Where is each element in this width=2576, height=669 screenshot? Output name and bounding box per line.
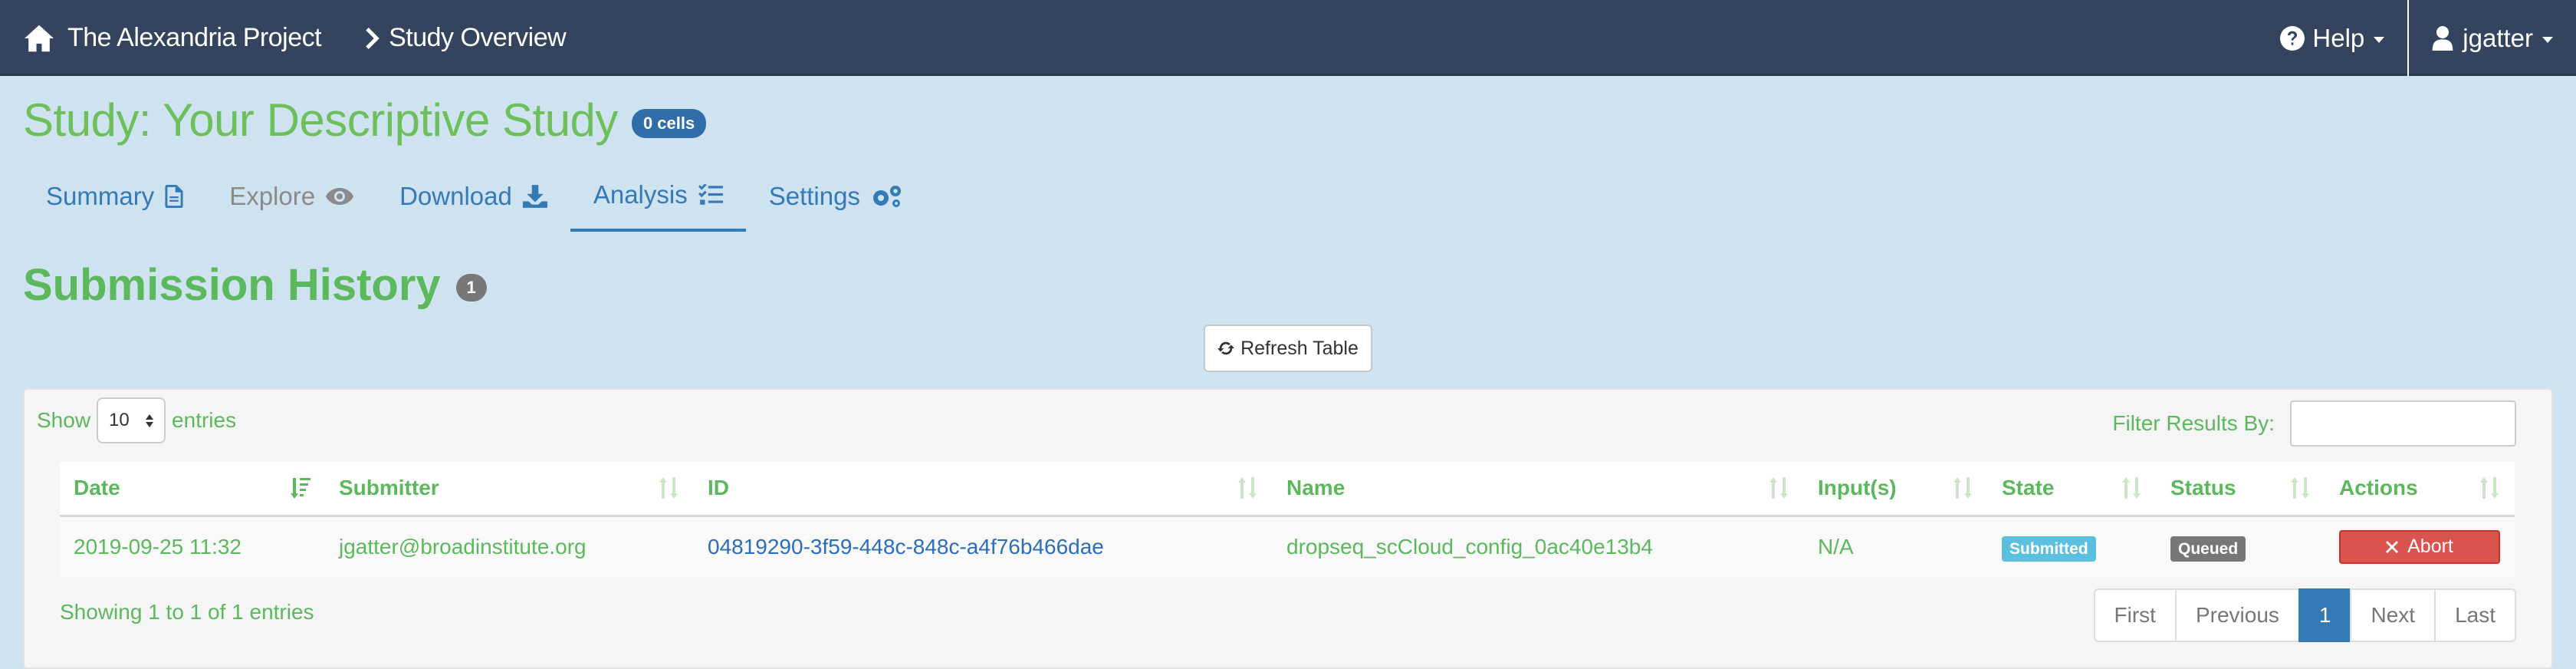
header-label: Actions — [2339, 476, 2418, 500]
sort-descending-icon — [291, 478, 310, 499]
tab-label: Settings — [768, 182, 860, 210]
entries-label: entries — [172, 408, 237, 432]
page-first-button[interactable]: First — [2093, 588, 2177, 642]
cell-date: 2019-09-25 11:32 — [74, 534, 242, 559]
column-header-status[interactable]: Status — [2157, 462, 2325, 517]
top-navbar: The Alexandria Project Study Overview He… — [0, 0, 2576, 76]
caret-down-icon — [2374, 36, 2385, 43]
page-previous-button[interactable]: Previous — [2174, 588, 2300, 642]
eye-icon — [326, 188, 354, 205]
column-header-inputs[interactable]: Input(s) — [1804, 462, 1988, 517]
table-info: Showing 1 to 1 of 1 entries — [60, 600, 314, 624]
header-label: Name — [1286, 476, 1346, 500]
sort-icon — [1953, 477, 1972, 499]
sort-icon — [1238, 477, 1257, 499]
page-length-value: 10 — [109, 410, 130, 430]
file-icon — [165, 185, 183, 208]
header-label: State — [2002, 476, 2055, 500]
page-title: Study: Your Descriptive Study — [23, 94, 618, 146]
sort-icon — [659, 477, 678, 499]
column-header-submitter[interactable]: Submitter — [325, 462, 694, 517]
tab-analysis[interactable]: Analysis — [570, 161, 746, 232]
submission-history-heading: Submission History 1 — [23, 255, 487, 315]
cell-inputs: N/A — [1818, 534, 1854, 559]
header-label: ID — [708, 476, 729, 500]
table-row: 2019-09-25 11:32 jgatter@broadinstitute.… — [60, 516, 2515, 577]
tasks-icon — [698, 184, 723, 205]
breadcrumb[interactable]: Study Overview — [366, 23, 567, 53]
pagination: First Previous 1 Next Last — [2093, 588, 2516, 642]
tab-settings[interactable]: Settings — [746, 161, 926, 232]
abort-label: Abort — [2407, 536, 2453, 558]
tab-explore[interactable]: Explore — [206, 161, 376, 232]
header-label: Input(s) — [1818, 476, 1897, 500]
header-label: Submitter — [339, 476, 439, 500]
page-length-control: Show 10 entries — [37, 397, 236, 443]
chevron-right-icon — [366, 27, 380, 49]
column-header-name[interactable]: Name — [1273, 462, 1804, 517]
refresh-icon — [1217, 341, 1235, 355]
user-label: jgatter — [2463, 23, 2533, 52]
cell-submitter: jgatter@broadinstitute.org — [339, 534, 586, 559]
column-header-state[interactable]: State — [1988, 462, 2157, 517]
sort-icon — [2122, 477, 2141, 499]
sort-icon — [1769, 477, 1788, 499]
cells-badge: 0 cells — [631, 109, 707, 138]
cell-status: Queued — [2157, 516, 2325, 577]
gears-icon — [872, 186, 901, 207]
study-tabs: Summary Explore Download Analysis Settin… — [23, 161, 926, 232]
study-header: Study: Your Descriptive Study 0 cells — [23, 89, 707, 150]
filter-control: Filter Results By: — [2112, 400, 2516, 447]
count-badge: 1 — [455, 274, 487, 302]
status-label: Queued — [2170, 536, 2246, 562]
close-icon — [2386, 540, 2399, 553]
tab-label: Summary — [46, 182, 155, 210]
sort-icon — [2480, 477, 2499, 499]
submissions-table: Date Submitter ID Name Input(s) State St… — [60, 462, 2515, 577]
header-label: Status — [2170, 476, 2236, 500]
tab-summary[interactable]: Summary — [23, 161, 206, 232]
tab-download[interactable]: Download — [376, 161, 570, 232]
user-menu[interactable]: jgatter — [2407, 0, 2576, 76]
filter-label: Filter Results By: — [2112, 411, 2275, 435]
cell-state: Submitted — [1988, 516, 2157, 577]
help-label: Help — [2312, 23, 2365, 52]
column-header-date[interactable]: Date — [60, 462, 325, 517]
column-header-actions[interactable]: Actions — [2325, 462, 2515, 517]
page-length-select[interactable]: 10 — [97, 397, 166, 443]
tab-label: Analysis — [593, 180, 688, 209]
download-icon — [522, 185, 547, 208]
sort-icon — [2291, 477, 2309, 499]
refresh-table-button[interactable]: Refresh Table — [1204, 325, 1372, 372]
table-header-row: Date Submitter ID Name Input(s) State St… — [60, 462, 2515, 517]
column-header-id[interactable]: ID — [694, 462, 1273, 517]
select-arrows-icon — [146, 414, 154, 427]
breadcrumb-label: Study Overview — [389, 23, 567, 52]
abort-button[interactable]: Abort — [2339, 529, 2500, 564]
filter-input[interactable] — [2290, 400, 2516, 447]
cell-actions: Abort — [2325, 516, 2515, 577]
refresh-label: Refresh Table — [1240, 337, 1359, 359]
question-circle-icon — [2280, 25, 2305, 51]
submission-id-link[interactable]: 04819290-3f59-448c-848c-a4f76b466dae — [694, 516, 1273, 577]
page-last-button[interactable]: Last — [2434, 588, 2516, 642]
caret-down-icon — [2542, 36, 2553, 43]
brand-label: The Alexandria Project — [67, 23, 322, 52]
cell-name: dropseq_scCloud_config_0ac40e13b4 — [1286, 534, 1653, 559]
page-next-button[interactable]: Next — [2350, 588, 2436, 642]
user-icon — [2432, 25, 2453, 51]
section-title: Submission History — [23, 259, 441, 310]
help-menu[interactable]: Help — [2257, 0, 2407, 76]
state-label: Submitted — [2002, 536, 2096, 562]
tab-label: Download — [399, 182, 512, 210]
home-icon — [25, 25, 54, 51]
show-label: Show — [37, 408, 91, 432]
tab-label: Explore — [229, 182, 316, 210]
page-number-button[interactable]: 1 — [2298, 588, 2352, 642]
brand-link[interactable]: The Alexandria Project — [23, 23, 322, 53]
header-label: Date — [74, 476, 120, 500]
